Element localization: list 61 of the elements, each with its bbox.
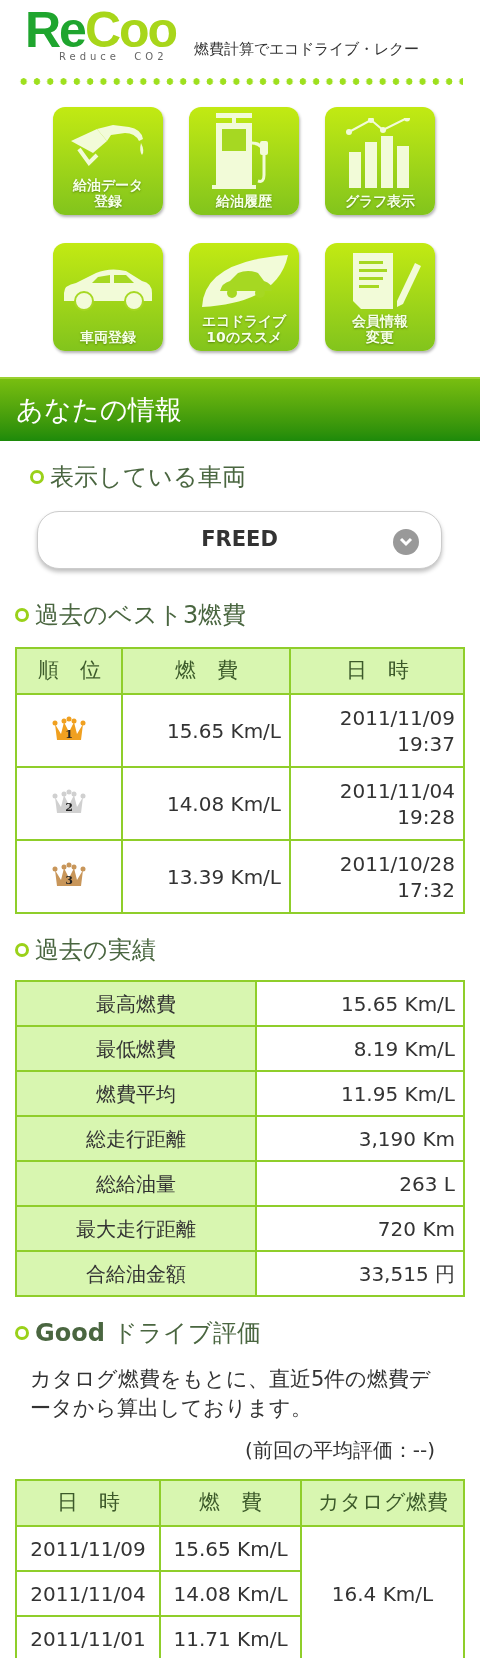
column-header: カタログ燃費 — [301, 1480, 464, 1526]
bullet-icon — [15, 608, 29, 622]
car-icon — [62, 267, 154, 311]
section-heading: 過去の実績 — [35, 935, 156, 966]
table-cell: 2011/11/04 19:28 — [290, 767, 464, 840]
menu-tile[interactable]: 給油履歴 — [189, 107, 299, 215]
table-cell: 720 Km — [256, 1206, 464, 1251]
row-label: 総走行距離 — [16, 1116, 256, 1161]
section-heading: Good ドライブ評価 — [35, 1318, 261, 1349]
table-cell: 2011/11/01 — [16, 1616, 160, 1658]
tile-label-line: 登録 — [94, 193, 122, 209]
table-cell: 13.39 Km/L — [122, 840, 290, 913]
tile-label-line: 10のススメ — [206, 329, 282, 345]
previous-rating: (前回の平均評価：--) — [243, 1437, 435, 1464]
row-label: 燃費平均 — [16, 1071, 256, 1116]
column-header: 燃 費 — [160, 1480, 301, 1526]
column-header: 日 時 — [16, 1480, 160, 1526]
section-heading: 表示している車両 — [50, 462, 246, 493]
table-cell: 3,190 Km — [256, 1116, 464, 1161]
row-label: 最高燃費 — [16, 981, 256, 1026]
menu-tile[interactable]: エコドライブ 10のススメ — [189, 243, 299, 351]
menu-tile[interactable]: 会員情報 変更 — [325, 243, 435, 351]
description: カタログ燃費をもとに、直近5件の燃費データから算出しております。 — [30, 1366, 433, 1422]
row-label: 合給油金額 — [16, 1251, 256, 1296]
row-label: 最大走行距離 — [16, 1206, 256, 1251]
column-header: 燃 費 — [122, 648, 290, 694]
tile-label-line: 車両登録 — [80, 329, 136, 345]
table-cell: 263 L — [256, 1161, 464, 1206]
tile-label-line: グラフ表示 — [345, 193, 415, 209]
table-cell: 2011/11/04 — [16, 1571, 160, 1616]
section-title: あなたの情報 — [16, 392, 182, 427]
table-cell: 15.65 Km/L — [122, 694, 290, 767]
menu-tile[interactable]: グラフ表示 — [325, 107, 435, 215]
row-label: 総給油量 — [16, 1161, 256, 1206]
tile-label-line: 給油データ — [73, 177, 143, 193]
table-cell: 33,515 円 — [256, 1251, 464, 1296]
menu-tile[interactable]: 給油データ 登録 — [53, 107, 163, 215]
section-heading: 過去のベスト3燃費 — [35, 600, 247, 631]
column-header: 日 時 — [290, 648, 464, 694]
bullet-icon — [15, 943, 29, 957]
table-cell: 8.19 Km/L — [256, 1026, 464, 1071]
table-cell: 16.4 Km/L — [301, 1526, 464, 1658]
table-cell: 2011/11/09 19:37 — [290, 694, 464, 767]
tagline: 燃費計算でエコドライブ・レクー — [194, 38, 420, 60]
table-cell: 2011/10/28 17:32 — [290, 840, 464, 913]
column-header: 順 位 — [16, 648, 122, 694]
vehicle-select[interactable]: FREED — [37, 511, 442, 569]
tile-label-line: 給油履歴 — [216, 193, 272, 209]
menu-tile[interactable]: 車両登録 — [53, 243, 163, 351]
table-cell: 11.95 Km/L — [256, 1071, 464, 1116]
row-label: 最低燃費 — [16, 1026, 256, 1071]
tile-label-line: エコドライブ — [202, 313, 286, 329]
table-cell: 14.08 Km/L — [122, 767, 290, 840]
table-cell: 15.65 Km/L — [160, 1526, 301, 1571]
chevron-down-icon — [393, 529, 419, 555]
table-cell: 15.65 Km/L — [256, 981, 464, 1026]
bullet-icon — [15, 1326, 29, 1340]
tile-label-line: 会員情報 — [352, 313, 408, 329]
tile-label-line: 変更 — [366, 329, 394, 345]
bullet-icon — [30, 470, 44, 484]
table-cell: 2011/11/09 — [16, 1526, 160, 1571]
